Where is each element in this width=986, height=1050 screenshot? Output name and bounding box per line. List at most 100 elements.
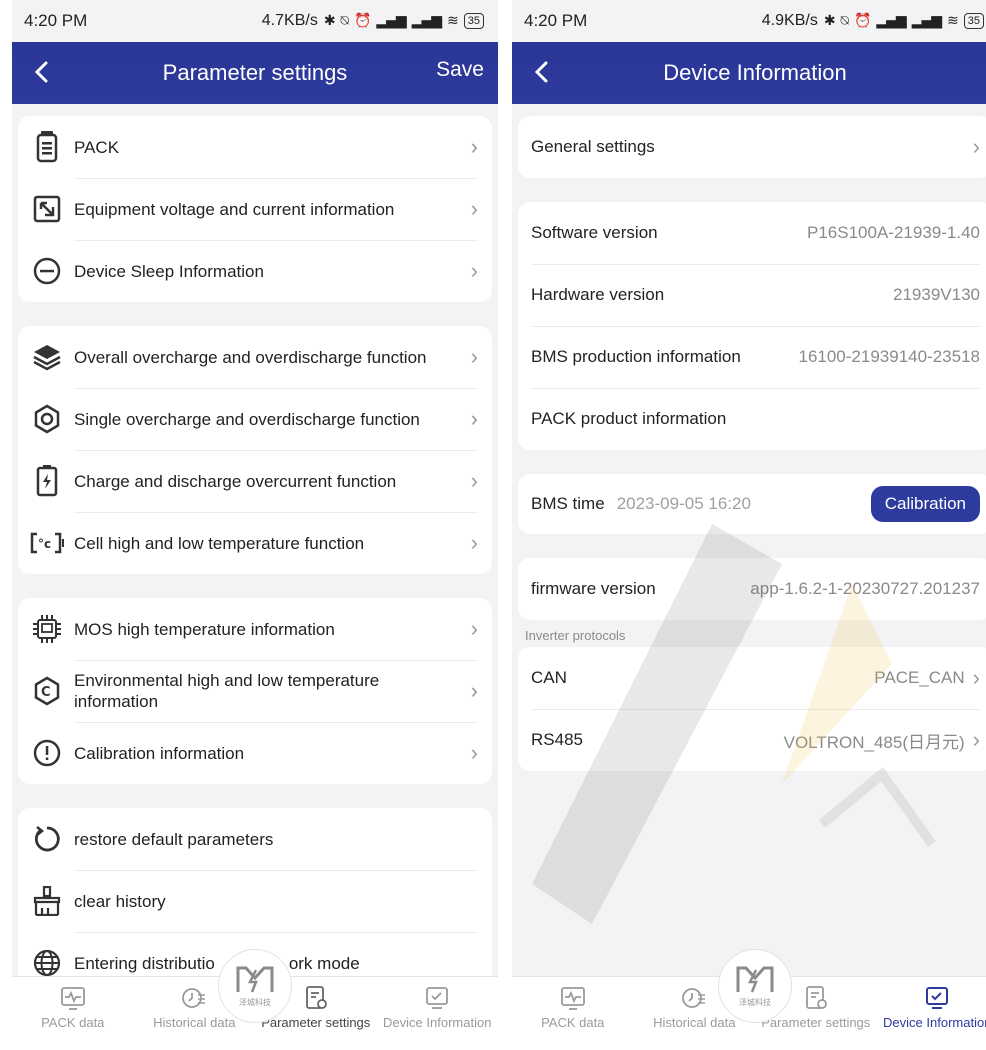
tab-device-information[interactable]: Device Information	[377, 977, 499, 1050]
item-label: Calibration information	[74, 743, 245, 763]
overall-overcharge-item[interactable]: Overall overcharge and overdischarge fun…	[18, 326, 492, 388]
back-button[interactable]	[22, 52, 62, 92]
tab-bar: PACK data Historical data Parameter sett…	[512, 949, 986, 1050]
history-icon	[182, 988, 206, 1008]
temperature-icon: °c	[30, 526, 64, 560]
network-speed: 4.7KB/s	[261, 12, 318, 29]
wifi-icon: ≋	[447, 13, 459, 29]
hardware-version-row: Hardware version 21939V130	[518, 264, 986, 326]
hexagon-icon	[30, 402, 64, 436]
svg-text:C: C	[41, 685, 51, 700]
save-button[interactable]: Save	[436, 58, 484, 82]
settings-doc-icon	[805, 986, 827, 1009]
sleep-icon	[30, 254, 64, 288]
item-label: clear history	[74, 891, 166, 911]
sleep-info-item[interactable]: Device Sleep Information ›	[18, 240, 492, 302]
pack-settings-item[interactable]: PACK ›	[18, 116, 492, 178]
calibration-button[interactable]: Calibration	[870, 486, 980, 522]
voltage-current-item[interactable]: Equipment voltage and current informatio…	[18, 178, 492, 240]
chevron-right-icon: ›	[470, 134, 478, 159]
brand-logo-icon	[736, 966, 774, 993]
chevron-right-icon: ›	[470, 468, 478, 493]
item-label: restore default parameters	[74, 829, 274, 849]
firmware-version-row: firmware version app-1.6.2-1-20230727.20…	[518, 558, 986, 620]
status-bar: 4:20 PM 4.7KB/s ✱ ⍉ ⏰ ▂▄▆ ▂▄▆ ≋ 35	[12, 0, 498, 42]
version-info-card: Software version P16S100A-21939-1.40 Har…	[518, 202, 986, 450]
device-information-screen: 4:20 PM 4.9KB/s ✱ ⍉ ⏰ ▂▄▆ ▂▄▆ ≋ 35 Devic…	[512, 0, 986, 1050]
network-speed: 4.9KB/s	[761, 12, 818, 29]
item-value: P16S100A-21939-1.40	[807, 223, 980, 242]
status-time: 4:20 PM	[524, 11, 588, 30]
overcurrent-item[interactable]: Charge and discharge overcurrent functio…	[18, 450, 492, 512]
broom-icon	[30, 884, 64, 918]
can-protocol-item[interactable]: CAN PACE_CAN ›	[518, 647, 986, 709]
chevron-right-icon: ›	[972, 134, 980, 159]
item-label: Cell high and low temperature function	[74, 533, 365, 553]
tab-label: Historical data	[153, 1015, 236, 1030]
item-value: PACE_CAN	[874, 668, 965, 687]
item-label: BMS production information	[531, 347, 741, 366]
bms-time-card: BMS time 2023-09-05 16:20 Calibration	[518, 474, 986, 534]
software-version-row: Software version P16S100A-21939-1.40	[518, 202, 986, 264]
tab-label: Parameter settings	[261, 1015, 371, 1030]
nav-bar: Parameter settings Save	[12, 42, 498, 104]
signal-icon-2: ▂▄▆	[411, 13, 442, 29]
chevron-right-icon: ›	[470, 616, 478, 641]
brand-logo-icon	[236, 966, 274, 993]
status-time: 4:20 PM	[24, 11, 88, 30]
settings-group-basic: PACK › Equipment voltage and current inf…	[18, 116, 492, 302]
bluetooth-icon: ✱	[823, 13, 836, 29]
item-label: Charge and discharge overcurrent functio…	[74, 471, 397, 491]
mute-icon: ⍉	[340, 13, 349, 29]
item-label: Device Sleep Information	[74, 261, 264, 281]
tab-label: PACK data	[541, 1015, 605, 1030]
page-title: Parameter settings	[162, 60, 348, 85]
tab-pack-data[interactable]: PACK data	[512, 977, 634, 1050]
chevron-right-icon: ›	[972, 665, 980, 690]
center-logo-button[interactable]: 泽城科技	[718, 949, 792, 1023]
battery-icon	[30, 130, 64, 164]
calibration-info-item[interactable]: Calibration information ›	[18, 722, 492, 784]
rs485-protocol-item[interactable]: RS485 VOLTRON_485(日月元) ›	[518, 709, 986, 771]
tab-label: Historical data	[653, 1015, 736, 1030]
item-label: BMS time	[531, 494, 605, 513]
chip-icon	[30, 612, 64, 646]
tab-device-information[interactable]: Device Information	[877, 977, 986, 1050]
single-overcharge-item[interactable]: Single overcharge and overdischarge func…	[18, 388, 492, 450]
chevron-right-icon: ›	[470, 530, 478, 555]
restore-defaults-item[interactable]: restore default parameters	[18, 808, 492, 870]
svg-text:°c: °c	[38, 537, 51, 551]
back-arrow-icon	[34, 61, 48, 83]
tab-bar: PACK data Historical data Parameter sett…	[12, 949, 499, 1050]
firmware-card: firmware version app-1.6.2-1-20230727.20…	[518, 558, 986, 620]
bms-time-row: BMS time 2023-09-05 16:20 Calibration	[518, 474, 986, 534]
brand-text: 泽城科技	[739, 998, 771, 1007]
general-settings-item[interactable]: General settings ›	[518, 116, 986, 178]
settings-doc-icon	[305, 986, 327, 1009]
item-label: Equipment voltage and current informatio…	[74, 199, 395, 219]
item-label: MOS high temperature information	[74, 619, 335, 639]
tab-label: Parameter settings	[761, 1015, 871, 1030]
tab-label: Device Information	[383, 1015, 492, 1030]
settings-list: PACK › Equipment voltage and current inf…	[12, 104, 498, 976]
wifi-icon: ≋	[947, 13, 959, 29]
item-label: Software version	[531, 223, 658, 242]
center-logo-button[interactable]: 泽城科技	[218, 949, 292, 1023]
item-label: Environmental high and low temperature i…	[74, 671, 380, 711]
env-temperature-icon: C	[30, 674, 64, 708]
battery-indicator: 35	[463, 13, 484, 29]
env-temperature-item[interactable]: C Environmental high and low temperature…	[18, 660, 492, 722]
bms-production-row: BMS production information 16100-2193914…	[518, 326, 986, 388]
mos-temperature-item[interactable]: MOS high temperature information ›	[18, 598, 492, 660]
item-label: Hardware version	[531, 285, 665, 304]
item-label: PACK	[74, 137, 120, 157]
voltage-icon	[30, 192, 64, 226]
cell-temperature-item[interactable]: °c Cell high and low temperature functio…	[18, 512, 492, 574]
back-button[interactable]	[522, 52, 562, 92]
bluetooth-icon: ✱	[323, 13, 336, 29]
chevron-right-icon: ›	[470, 406, 478, 431]
tab-pack-data[interactable]: PACK data	[12, 977, 134, 1050]
clear-history-item[interactable]: clear history	[18, 870, 492, 932]
status-indicators: 4.9KB/s ✱ ⍉ ⏰ ▂▄▆ ▂▄▆ ≋ 35	[762, 12, 984, 30]
signal-icon: ▂▄▆	[376, 13, 406, 29]
